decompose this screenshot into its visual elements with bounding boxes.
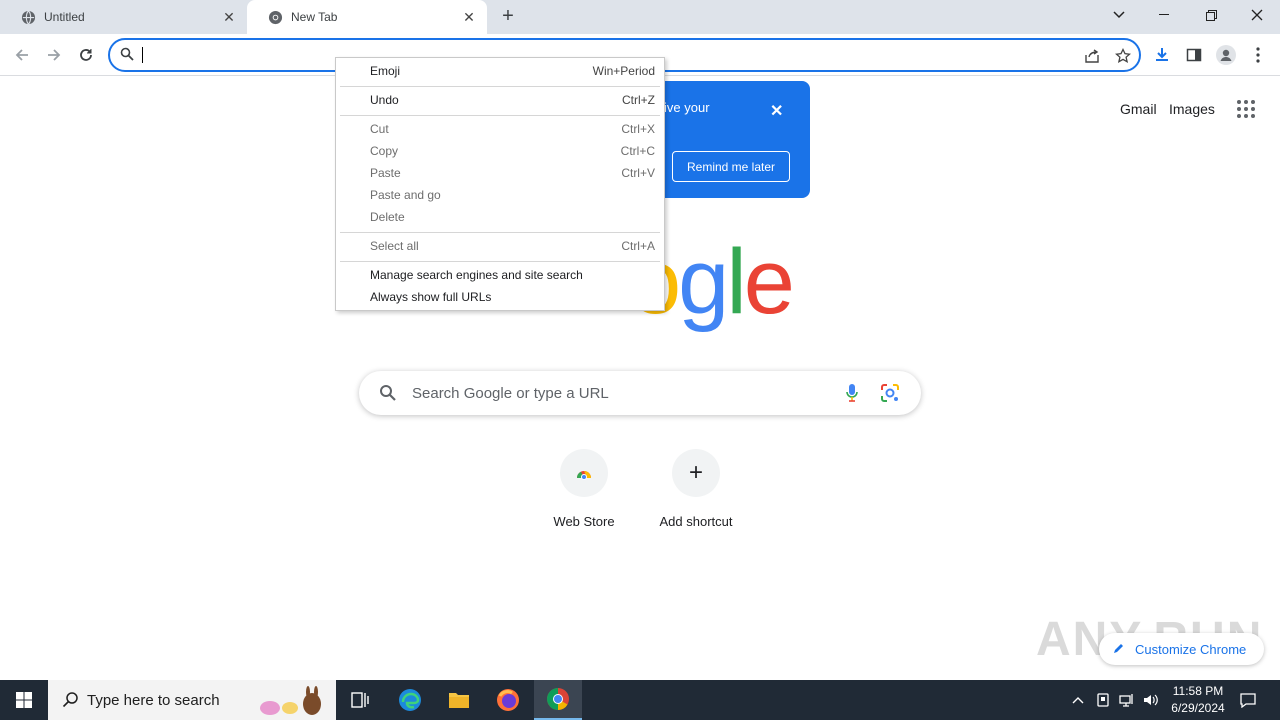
minimize-icon[interactable] (1141, 0, 1187, 30)
menu-item-copy[interactable]: Copy Ctrl+C (336, 140, 664, 162)
file-explorer-icon[interactable] (435, 680, 483, 720)
menu-label: Copy (370, 144, 399, 158)
menu-shortcut: Ctrl+A (621, 239, 655, 253)
menu-label: Cut (370, 122, 389, 136)
shortcut-label: Add shortcut (659, 514, 733, 529)
menu-shortcut: Ctrl+V (621, 166, 655, 180)
close-tab-icon[interactable]: ✕ (221, 9, 237, 25)
search-icon (120, 47, 134, 66)
forward-icon[interactable] (43, 44, 65, 66)
menu-label: Delete (370, 210, 405, 224)
menu-item-cut[interactable]: Cut Ctrl+X (336, 118, 664, 140)
close-window-icon[interactable] (1234, 0, 1280, 30)
menu-item-undo[interactable]: Undo Ctrl+Z (336, 89, 664, 111)
text-caret (142, 47, 143, 63)
search-placeholder: Search Google or type a URL (412, 385, 609, 402)
customize-chrome-button[interactable]: Customize Chrome (1099, 633, 1264, 665)
share-icon[interactable] (1083, 47, 1101, 65)
taskbar-search-placeholder: Type here to search (87, 691, 220, 709)
menu-item-paste[interactable]: Paste Ctrl+V (336, 162, 664, 184)
context-menu: Emoji Win+Period Undo Ctrl+Z Cut Ctrl+X … (335, 57, 665, 311)
network-icon[interactable] (1117, 680, 1137, 720)
menu-item-manage-search-engines[interactable]: Manage search engines and site search (336, 264, 664, 286)
promo-text: ive your (664, 100, 710, 115)
chrome-icon (267, 9, 283, 25)
tab-strip: Untitled ✕ New Tab ✕ + (0, 0, 1280, 34)
search-icon (379, 384, 397, 407)
menu-separator (340, 232, 660, 233)
tab-new-tab[interactable]: New Tab ✕ (247, 0, 487, 34)
menu-item-delete[interactable]: Delete (336, 206, 664, 228)
back-icon[interactable] (11, 44, 33, 66)
menu-shortcut: Ctrl+Z (622, 93, 655, 107)
tab-title: Untitled (44, 10, 85, 24)
menu-label: Paste and go (370, 188, 441, 202)
shortcut-add[interactable]: + Add shortcut (641, 449, 751, 529)
menu-shortcut: Ctrl+C (620, 144, 655, 158)
menu-label: Paste (370, 166, 401, 180)
easter-decoration-icon (258, 686, 334, 720)
restore-icon[interactable] (1188, 0, 1234, 30)
images-link[interactable]: Images (1169, 101, 1215, 117)
taskbar: Type here to search 11:58 PM 6/29/2024 (0, 680, 1280, 720)
windows-start-icon[interactable] (0, 680, 48, 720)
chrome-taskbar-icon[interactable] (534, 680, 582, 720)
volume-icon[interactable] (1141, 680, 1161, 720)
remind-me-later-button[interactable]: Remind me later (672, 151, 790, 182)
web-store-icon (560, 449, 608, 497)
tab-untitled[interactable]: Untitled ✕ (0, 0, 247, 34)
menu-shortcut: Win+Period (592, 64, 655, 78)
menu-label: Always show full URLs (370, 290, 492, 304)
microphone-icon[interactable] (845, 383, 859, 408)
menu-item-emoji[interactable]: Emoji Win+Period (336, 60, 664, 82)
google-apps-icon[interactable] (1237, 100, 1255, 118)
shortcut-label: Web Store (553, 514, 615, 529)
menu-separator (340, 86, 660, 87)
close-icon[interactable]: ✕ (770, 101, 783, 121)
customize-label: Customize Chrome (1135, 641, 1247, 657)
gmail-link[interactable]: Gmail (1120, 101, 1157, 117)
menu-item-select-all[interactable]: Select all Ctrl+A (336, 235, 664, 257)
taskbar-search-box[interactable]: Type here to search (48, 680, 336, 720)
google-lens-icon[interactable] (880, 383, 900, 408)
firefox-icon[interactable] (484, 680, 532, 720)
promo-bubble: ive your ✕ Remind me later (640, 81, 810, 198)
clock-date: 6/29/2024 (1171, 701, 1225, 715)
tab-search-icon[interactable] (1096, 0, 1142, 30)
bookmark-star-icon[interactable] (1114, 47, 1132, 65)
side-panel-icon[interactable] (1184, 45, 1204, 65)
menu-item-paste-and-go[interactable]: Paste and go (336, 184, 664, 206)
system-clock[interactable]: 11:58 PM 6/29/2024 (1160, 683, 1236, 717)
notifications-icon[interactable] (1236, 680, 1260, 720)
menu-label: Manage search engines and site search (370, 268, 583, 282)
menu-label: Emoji (370, 64, 401, 78)
menu-label: Undo (370, 93, 399, 107)
menu-kebab-icon[interactable] (1248, 45, 1268, 65)
menu-label: Select all (370, 239, 419, 253)
shortcut-web-store[interactable]: Web Store (529, 449, 639, 529)
tab-title: New Tab (291, 10, 338, 24)
clock-time: 11:58 PM (1172, 684, 1224, 698)
globe-icon (20, 9, 36, 25)
task-view-icon[interactable] (336, 680, 384, 720)
menu-separator (340, 261, 660, 262)
edge-icon[interactable] (386, 680, 434, 720)
menu-shortcut: Ctrl+X (621, 122, 655, 136)
google-search-box[interactable]: Search Google or type a URL (359, 371, 921, 415)
menu-separator (340, 115, 660, 116)
menu-item-always-show-full-urls[interactable]: Always show full URLs (336, 286, 664, 308)
show-hidden-icons-icon[interactable] (1068, 680, 1088, 720)
close-tab-icon[interactable]: ✕ (461, 9, 477, 25)
pencil-icon (1113, 642, 1125, 657)
download-icon[interactable] (1152, 45, 1172, 65)
new-tab-button[interactable]: + (497, 6, 519, 27)
reload-icon[interactable] (75, 44, 97, 66)
search-icon (62, 691, 80, 714)
plus-icon: + (672, 449, 720, 497)
profile-avatar-icon[interactable] (1216, 45, 1236, 65)
device-icon[interactable] (1093, 680, 1113, 720)
